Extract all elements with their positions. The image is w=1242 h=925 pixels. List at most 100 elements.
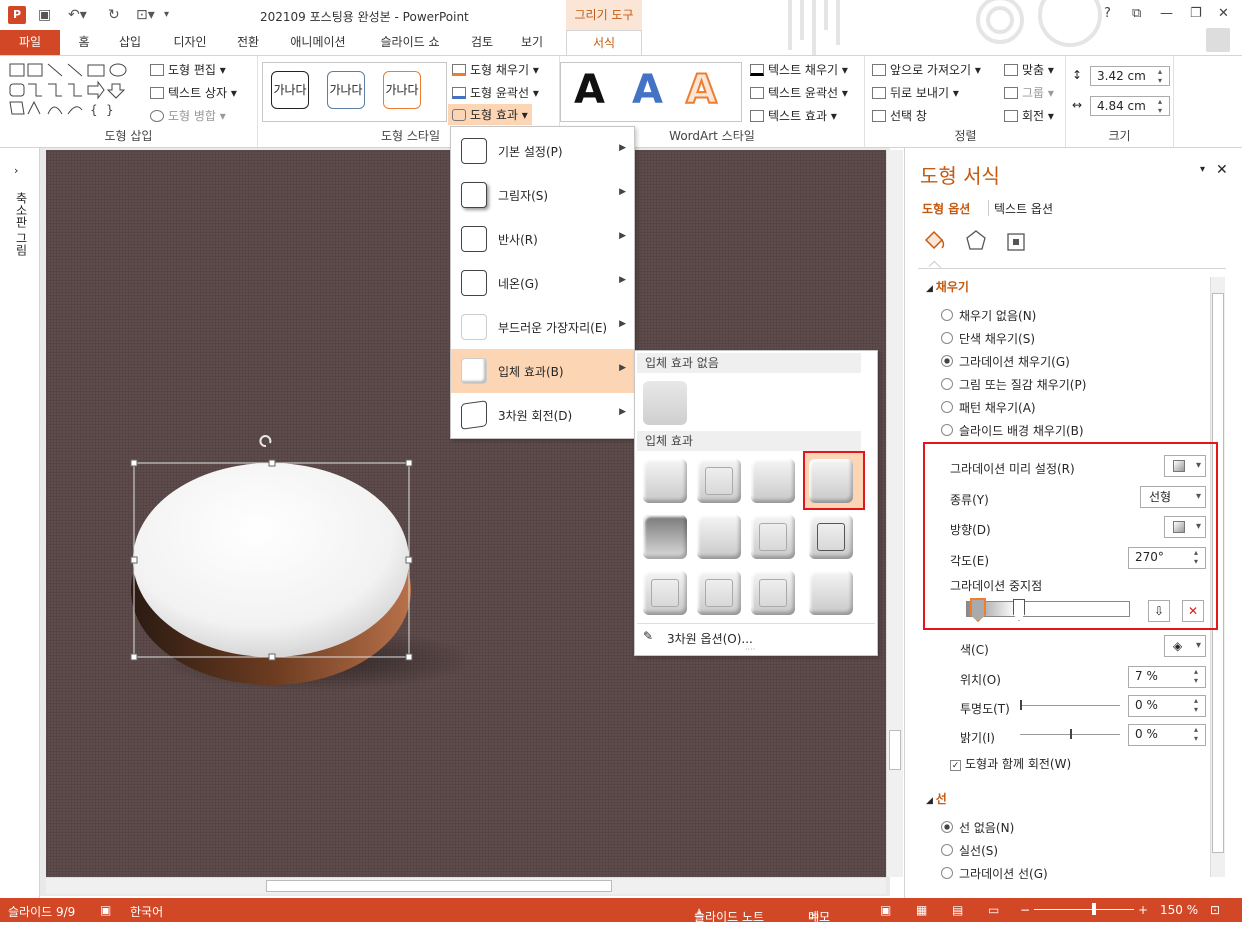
shape-height-input[interactable]: 3.42 cm <box>1090 66 1170 86</box>
tab-view[interactable]: 보기 <box>512 30 552 55</box>
user-avatar[interactable] <box>1206 28 1230 52</box>
position-input[interactable]: 7 % <box>1128 666 1206 688</box>
tab-animations[interactable]: 애니메이션 <box>278 30 358 55</box>
radio-no-fill[interactable]: 채우기 없음(N) <box>941 307 1036 324</box>
text-effects-button[interactable]: 텍스트 효과 ▾ <box>750 107 837 124</box>
menu-item-glow[interactable]: 네온(G) ▶ <box>451 261 634 305</box>
3d-options-link[interactable]: 3차원 옵션(O)... <box>667 630 753 647</box>
brightness-slider[interactable] <box>1020 729 1120 739</box>
slide-sorter-icon[interactable]: ▦ <box>916 903 927 917</box>
bevel-hard-edge[interactable] <box>751 571 795 615</box>
direction-dropdown[interactable] <box>1164 516 1206 538</box>
wordart-blue[interactable]: A <box>632 66 663 114</box>
size-properties-icon[interactable] <box>1004 228 1028 254</box>
shape-fill-button[interactable]: 도형 채우기 ▾ <box>452 61 539 78</box>
slide-vertical-scrollbar[interactable] <box>886 150 903 877</box>
text-outline-button[interactable]: 텍스트 윤곽선 ▾ <box>750 84 848 101</box>
bevel-convex[interactable] <box>751 515 795 559</box>
tab-shape-options[interactable]: 도형 옵션 <box>922 200 970 217</box>
shape-width-input[interactable]: 4.84 cm <box>1090 96 1170 116</box>
wordart-black[interactable]: A <box>574 66 605 114</box>
send-backward-button[interactable]: 뒤로 보내기 ▾ <box>872 84 959 101</box>
bevel-circle[interactable] <box>643 459 687 503</box>
tab-slideshow[interactable]: 슬라이드 쇼 <box>368 30 452 55</box>
style-blue[interactable]: 가나다 <box>327 71 365 109</box>
tab-review[interactable]: 검토 <box>462 30 502 55</box>
customize-qat-icon[interactable]: ▾ <box>164 7 169 23</box>
effects-pentagon-icon[interactable] <box>964 228 988 254</box>
normal-view-icon[interactable]: ▣ <box>880 903 891 917</box>
bevel-soft-round[interactable] <box>697 515 741 559</box>
bring-forward-button[interactable]: 앞으로 가져오기 ▾ <box>872 61 981 78</box>
rotate-button[interactable]: 회전 ▾ <box>1004 107 1054 124</box>
bevel-relaxed-inset[interactable] <box>697 459 741 503</box>
text-fill-button[interactable]: 텍스트 채우기 ▾ <box>750 61 848 78</box>
shape-effects-button[interactable]: 도형 효과 ▾ <box>448 104 532 125</box>
bevel-cross[interactable] <box>751 459 795 503</box>
shape-gallery[interactable]: {} <box>8 62 138 118</box>
tab-format[interactable]: 서식 <box>566 30 642 55</box>
thumbnail-label[interactable]: 축소판 그림 <box>13 192 30 256</box>
spelling-icon[interactable]: ▣ <box>100 903 111 917</box>
pane-options-icon[interactable]: ▾ <box>1200 164 1205 175</box>
color-dropdown[interactable]: ◈ <box>1164 635 1206 657</box>
radio-solid-line[interactable]: 실선(S) <box>941 842 998 859</box>
radio-solid-fill[interactable]: 단색 채우기(S) <box>941 330 1035 347</box>
remove-stop-icon[interactable]: ✕ <box>1182 600 1204 622</box>
ribbon-display-icon[interactable]: ⧉ <box>1132 6 1141 21</box>
close-icon[interactable]: ✕ <box>1218 6 1229 21</box>
tab-text-options[interactable]: 텍스트 옵션 <box>994 200 1053 217</box>
text-box-button[interactable]: 텍스트 상자 ▾ <box>150 84 237 101</box>
start-slideshow-icon[interactable]: ⊡▾ <box>136 7 155 23</box>
menu-item-3d-rotation[interactable]: 3차원 회전(D) ▶ <box>451 393 634 437</box>
menu-item-shadow[interactable]: 그림자(S) ▶ <box>451 173 634 217</box>
bevel-slope[interactable] <box>809 515 853 559</box>
tab-design[interactable]: 디자인 <box>162 30 218 55</box>
reading-view-icon[interactable]: ▤ <box>952 903 963 917</box>
radio-pattern-fill[interactable]: 패턴 채우기(A) <box>941 399 1036 416</box>
menu-item-soft-edges[interactable]: 부드러운 가장자리(E) ▶ <box>451 305 634 349</box>
brightness-input[interactable]: 0 % <box>1128 724 1206 746</box>
rotate-with-shape-checkbox[interactable]: ✓ 도형과 함께 회전(W) <box>950 755 1071 772</box>
minimize-icon[interactable]: — <box>1160 6 1173 21</box>
menu-item-reflection[interactable]: 반사(R) ▶ <box>451 217 634 261</box>
bevel-none[interactable] <box>643 381 687 425</box>
transparency-slider[interactable] <box>1020 700 1120 710</box>
group-button[interactable]: 그룹 ▾ <box>1004 84 1054 101</box>
radio-no-line[interactable]: 선 없음(N) <box>941 819 1014 836</box>
help-button[interactable]: ? <box>1104 6 1111 21</box>
preset-gradients-dropdown[interactable] <box>1164 455 1206 477</box>
shape-outline-button[interactable]: 도형 윤곽선 ▾ <box>452 84 539 101</box>
restore-icon[interactable]: ❐ <box>1190 6 1202 21</box>
add-stop-icon[interactable]: ⇩ <box>1148 600 1170 622</box>
expand-thumbnails-icon[interactable]: › <box>14 164 18 177</box>
bevel-angle[interactable] <box>643 515 687 559</box>
tab-file[interactable]: 파일 <box>0 30 60 55</box>
transparency-input[interactable]: 0 % <box>1128 695 1206 717</box>
undo-icon[interactable]: ↶▾ <box>68 7 87 23</box>
radio-gradient-fill[interactable]: 그라데이션 채우기(G) <box>941 353 1070 370</box>
bevel-cool-slant[interactable] <box>809 459 853 503</box>
merge-shapes-button[interactable]: 도형 병합 ▾ <box>150 107 226 124</box>
align-button[interactable]: 맞춤 ▾ <box>1004 61 1054 78</box>
gradient-stops-bar[interactable] <box>966 601 1130 617</box>
save-icon[interactable]: ▣ <box>38 7 51 23</box>
fill-line-icon[interactable] <box>922 228 946 254</box>
style-orange[interactable]: 가나다 <box>383 71 421 109</box>
line-section-toggle[interactable]: ◢ 선 <box>926 790 947 807</box>
language-indicator[interactable]: 한국어 <box>130 903 163 920</box>
zoom-in-icon[interactable]: + <box>1138 903 1148 917</box>
fill-section-toggle[interactable]: ◢ 채우기 <box>926 278 969 295</box>
resize-grip-icon[interactable]: ···· <box>745 645 755 654</box>
style-black[interactable]: 가나다 <box>271 71 309 109</box>
tab-home[interactable]: 홈 <box>68 30 100 55</box>
menu-item-bevel[interactable]: 입체 효과(B) ▶ <box>451 349 634 393</box>
slide-counter[interactable]: 슬라이드 9/9 <box>8 903 75 920</box>
angle-input[interactable]: 270° <box>1128 547 1206 569</box>
powerpoint-icon[interactable]: P <box>8 6 26 24</box>
radio-gradient-line[interactable]: 그라데이션 선(G) <box>941 865 1048 882</box>
edit-shape-button[interactable]: 도형 편집 ▾ <box>150 61 226 78</box>
type-dropdown[interactable]: 선형 <box>1140 486 1206 508</box>
slide-horizontal-scrollbar[interactable] <box>46 877 886 894</box>
slideshow-view-icon[interactable]: ▭ <box>988 903 999 917</box>
